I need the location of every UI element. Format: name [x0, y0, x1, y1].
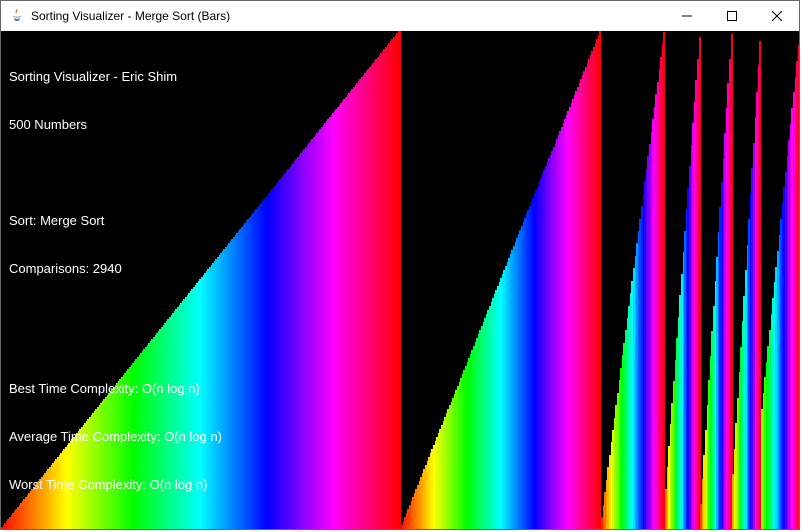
bar: [731, 34, 733, 529]
count-line: 500 Numbers: [9, 117, 177, 133]
app-window: Sorting Visualizer - Merge Sort (Bars) S…: [0, 0, 800, 530]
minimize-button[interactable]: [664, 1, 709, 31]
worst-tc-line: Worst Time Complexity: O(n log n): [9, 477, 222, 493]
titlebar[interactable]: Sorting Visualizer - Merge Sort (Bars): [1, 1, 799, 31]
best-tc-line: Best Time Complexity: O(n log n): [9, 381, 222, 397]
bar: [699, 37, 701, 529]
comparisons-line: Comparisons: 2940: [9, 261, 177, 277]
bar: [663, 32, 665, 529]
close-button[interactable]: [754, 1, 799, 31]
bar: [399, 31, 401, 529]
credit-line: Sorting Visualizer - Eric Shim: [9, 69, 177, 85]
java-icon: [9, 8, 25, 24]
maximize-button[interactable]: [709, 1, 754, 31]
window-title: Sorting Visualizer - Merge Sort (Bars): [31, 9, 230, 23]
info-overlay-bottom: Best Time Complexity: O(n log n) Average…: [9, 349, 222, 525]
window-controls: [664, 1, 799, 31]
visualizer-canvas: Sorting Visualizer - Eric Shim 500 Numbe…: [1, 31, 799, 529]
info-overlay-top: Sorting Visualizer - Eric Shim 500 Numbe…: [9, 37, 177, 309]
bar: [599, 31, 601, 529]
sort-line: Sort: Merge Sort: [9, 213, 177, 229]
blank-line: [9, 165, 177, 181]
avg-tc-line: Average Time Complexity: O(n log n): [9, 429, 222, 445]
